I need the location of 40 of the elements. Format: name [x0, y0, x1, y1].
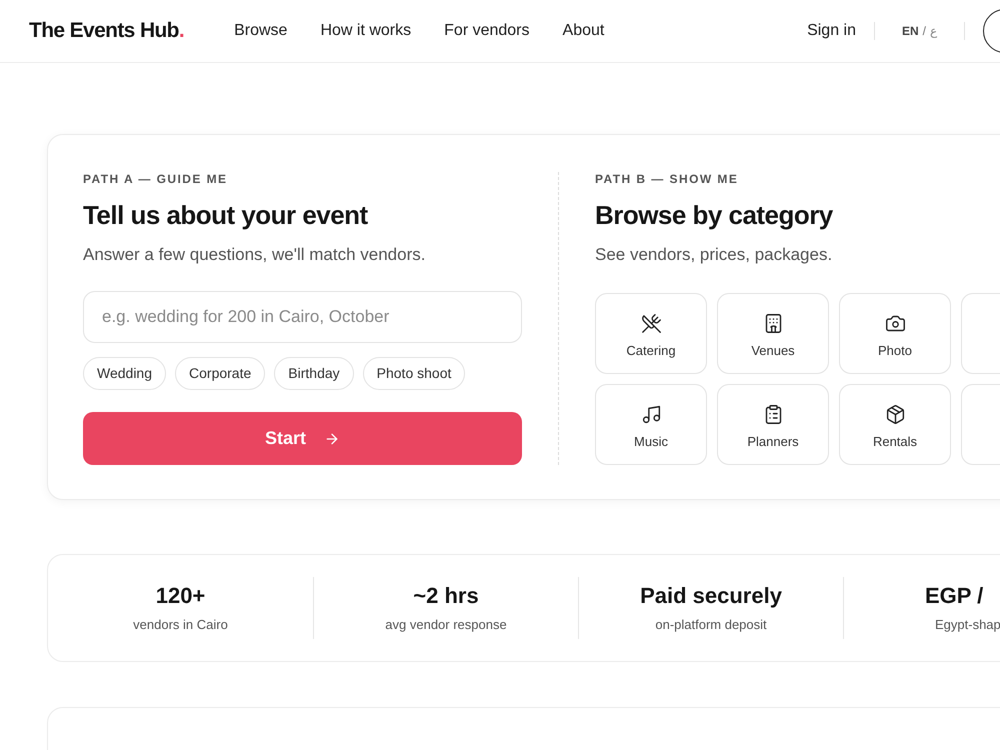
section-subtitle: See vendors, prices, packages.	[595, 244, 834, 266]
arrow-right-icon	[324, 430, 340, 446]
stat-value: 120+	[156, 582, 206, 610]
box-icon	[884, 404, 906, 425]
event-type-chip[interactable]: Photo shoot	[362, 357, 466, 390]
stat-caption: Egypt-shap	[934, 616, 1000, 634]
nav-link[interactable]: Browse	[234, 19, 288, 43]
section-eyebrow: PATH B — SHOW ME	[595, 172, 740, 186]
section-title: Browse by category	[595, 199, 834, 231]
category-tile[interactable]: Planners	[717, 384, 829, 465]
stat-value: EGP /	[925, 582, 984, 610]
stat-value: ~2 hrs	[413, 582, 479, 610]
site-logo[interactable]: The Events Hub.	[29, 15, 184, 47]
section-title: Tell us about your event	[83, 199, 369, 231]
category-tile[interactable]: Photo	[839, 293, 951, 374]
category-tile[interactable]: Venues	[717, 293, 829, 374]
nav-link[interactable]: How it works	[320, 19, 412, 43]
language-option[interactable]: ع	[930, 22, 937, 40]
event-type-chip[interactable]: Corporate	[175, 357, 266, 390]
language-separator: /	[922, 23, 926, 40]
camera-icon	[884, 313, 906, 334]
section-subtitle: Answer a few questions, we'll match vendors.	[83, 244, 426, 266]
stat-caption: avg vendor response	[385, 616, 507, 634]
category-tile[interactable]: Music	[595, 384, 707, 465]
nav-link[interactable]: For vendors	[444, 19, 530, 43]
sign-in-link[interactable]: Sign in	[807, 19, 856, 43]
start-button[interactable]: Start	[83, 412, 522, 465]
event-type-chip[interactable]: Birthday	[274, 357, 354, 390]
stat-caption: vendors in Cairo	[133, 616, 228, 634]
event-type-chip[interactable]: Wedding	[83, 357, 166, 390]
stat-value: Paid securely	[640, 582, 782, 610]
category-tile[interactable]: Rentals	[839, 384, 951, 465]
stat-caption: on-platform deposit	[655, 616, 767, 634]
section-eyebrow: PATH A — GUIDE ME	[83, 172, 228, 186]
language-option[interactable]: EN	[902, 22, 919, 40]
event-search-field[interactable]: e.g. wedding for 200 in Cairo, October	[83, 291, 522, 343]
music-note-icon	[640, 404, 662, 425]
nav-link[interactable]: About	[562, 19, 604, 43]
fork-knife-icon	[640, 313, 662, 334]
category-tile[interactable]: Catering	[595, 293, 707, 374]
